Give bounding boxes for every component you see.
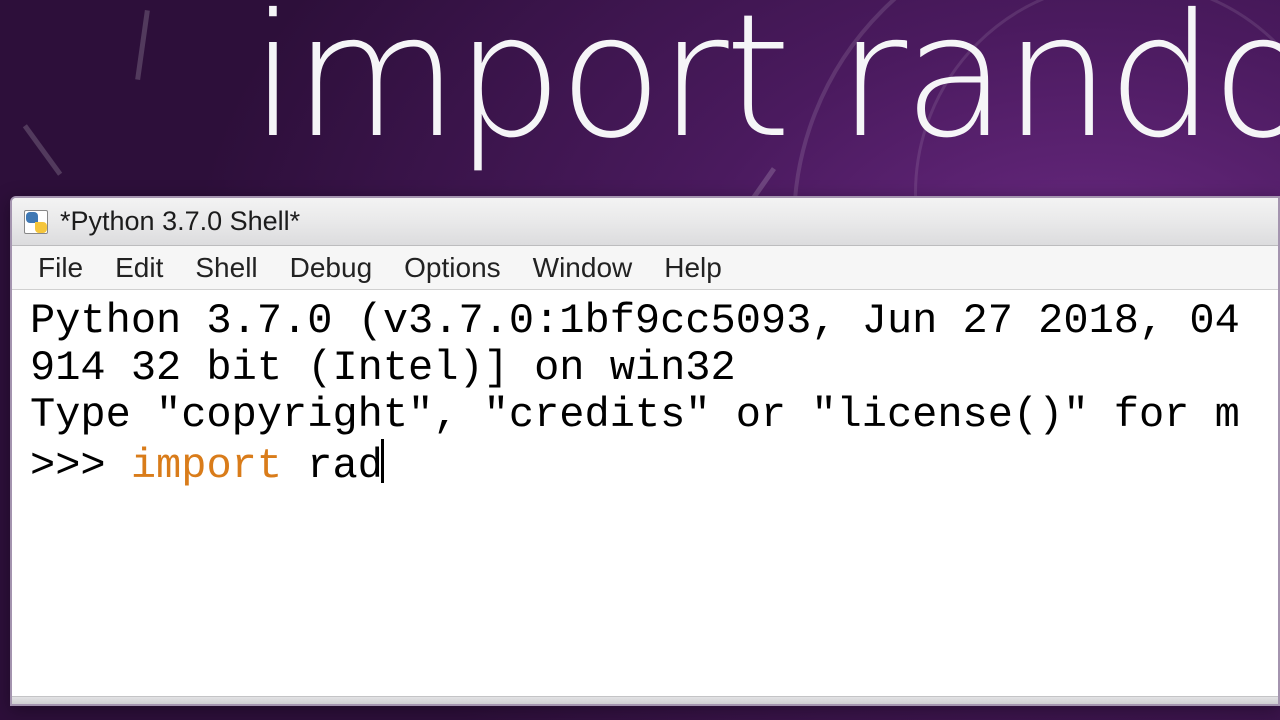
- shell-text-area[interactable]: Python 3.7.0 (v3.7.0:1bf9cc5093, Jun 27 …: [12, 290, 1278, 696]
- menu-bar: File Edit Shell Debug Options Window Hel…: [12, 246, 1278, 290]
- text-cursor: [381, 439, 384, 483]
- window-titlebar[interactable]: *Python 3.7.0 Shell*: [12, 198, 1278, 246]
- shell-banner-line-3: Type "copyright", "credits" or "license(…: [30, 391, 1240, 439]
- background-banner-text: import random: [250, 0, 1280, 176]
- keyword-import: import: [131, 442, 282, 490]
- menu-window[interactable]: Window: [517, 248, 649, 288]
- idle-shell-window: *Python 3.7.0 Shell* File Edit Shell Deb…: [10, 196, 1280, 706]
- typed-text: rad: [282, 442, 383, 490]
- menu-options[interactable]: Options: [388, 248, 517, 288]
- shell-banner-line-1: Python 3.7.0 (v3.7.0:1bf9cc5093, Jun 27 …: [30, 297, 1240, 345]
- shell-banner-line-2: 914 32 bit (Intel)] on win32: [30, 344, 736, 392]
- menu-debug[interactable]: Debug: [274, 248, 389, 288]
- python-idle-icon: [22, 208, 50, 236]
- menu-help[interactable]: Help: [648, 248, 738, 288]
- shell-prompt: >>>: [30, 442, 131, 490]
- window-title: *Python 3.7.0 Shell*: [60, 206, 300, 237]
- window-bottom-frame: [12, 696, 1278, 704]
- menu-file[interactable]: File: [22, 248, 99, 288]
- menu-shell[interactable]: Shell: [179, 248, 273, 288]
- menu-edit[interactable]: Edit: [99, 248, 179, 288]
